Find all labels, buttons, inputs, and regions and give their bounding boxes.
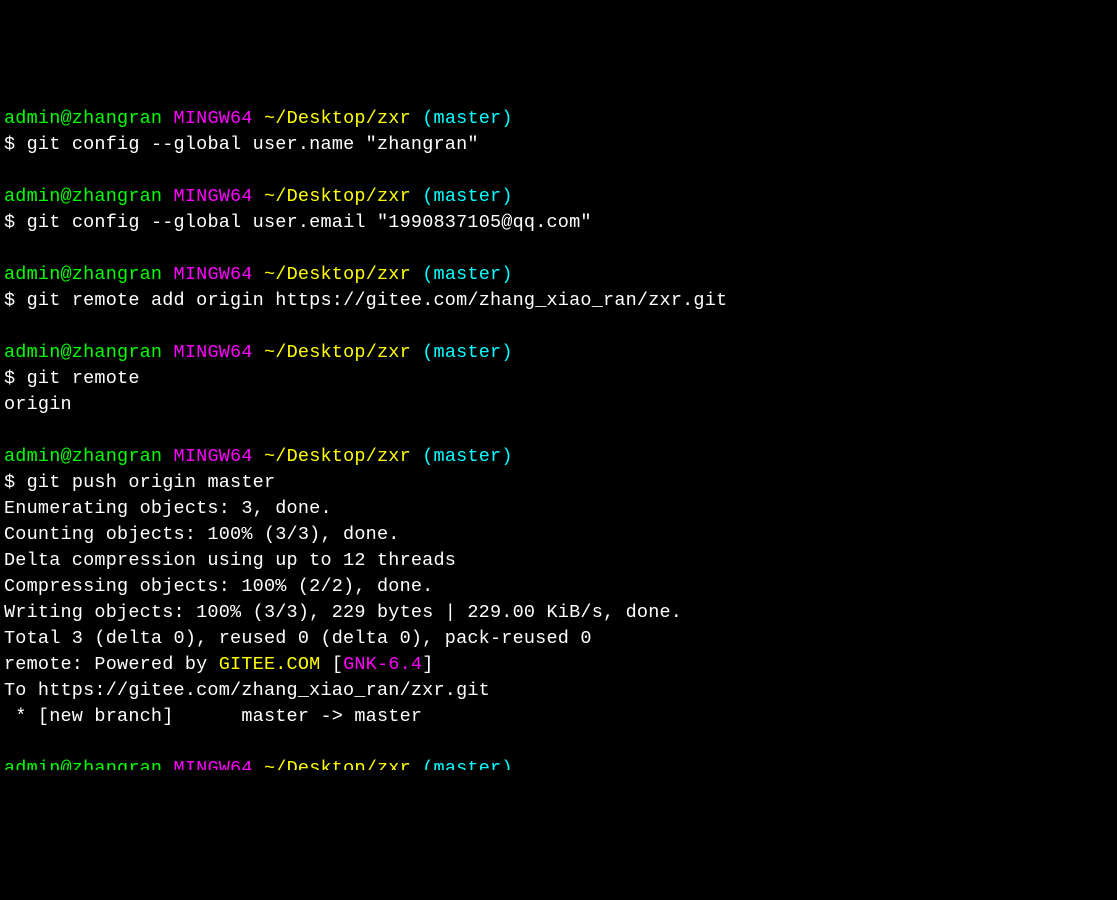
blank-line <box>4 236 1113 262</box>
prompt-dollar: $ <box>4 472 15 493</box>
gnk-label: GNK-6.4 <box>343 654 422 675</box>
branch-label: (master) <box>422 186 512 207</box>
prompt-line-cutoff: admin@zhangran MINGW64 ~/Desktop/zxr (ma… <box>4 756 1113 770</box>
remote-prefix: remote: Powered by <box>4 654 219 675</box>
command-text: git config --global user.email "19908371… <box>27 212 592 233</box>
mingw-label: MINGW64 <box>174 342 253 363</box>
output-line: origin <box>4 392 1113 418</box>
command-line: $ git config --global user.name "zhangra… <box>4 132 1113 158</box>
blank-line <box>4 158 1113 184</box>
cwd-path: ~/Desktop/zxr <box>264 264 411 285</box>
mingw-label: MINGW64 <box>174 446 253 467</box>
prompt-line: admin@zhangran MINGW64 ~/Desktop/zxr (ma… <box>4 340 1113 366</box>
output-line: * [new branch] master -> master <box>4 704 1113 730</box>
command-line: $ git remote <box>4 366 1113 392</box>
prompt-line: admin@zhangran MINGW64 ~/Desktop/zxr (ma… <box>4 184 1113 210</box>
bracket-open: [ <box>320 654 343 675</box>
output-line: Compressing objects: 100% (2/2), done. <box>4 574 1113 600</box>
user-host: admin@zhangran <box>4 186 162 207</box>
branch-label: (master) <box>422 446 512 467</box>
branch-label: (master) <box>422 108 512 129</box>
user-host: admin@zhangran <box>4 342 162 363</box>
prompt-dollar: $ <box>4 290 15 311</box>
prompt-line: admin@zhangran MINGW64 ~/Desktop/zxr (ma… <box>4 106 1113 132</box>
output-line: To https://gitee.com/zhang_xiao_ran/zxr.… <box>4 678 1113 704</box>
prompt-line: admin@zhangran MINGW64 ~/Desktop/zxr (ma… <box>4 444 1113 470</box>
prompt-line: admin@zhangran MINGW64 ~/Desktop/zxr (ma… <box>4 262 1113 288</box>
blank-line <box>4 314 1113 340</box>
user-host: admin@zhangran <box>4 108 162 129</box>
cwd-path: ~/Desktop/zxr <box>264 446 411 467</box>
command-line: $ git remote add origin https://gitee.co… <box>4 288 1113 314</box>
output-line: Total 3 (delta 0), reused 0 (delta 0), p… <box>4 626 1113 652</box>
bracket-close: ] <box>422 654 433 675</box>
blank-line <box>4 418 1113 444</box>
command-text: git push origin master <box>27 472 276 493</box>
prompt-dollar: $ <box>4 212 15 233</box>
branch-label: (master) <box>422 342 512 363</box>
output-line: Enumerating objects: 3, done. <box>4 496 1113 522</box>
output-line: Counting objects: 100% (3/3), done. <box>4 522 1113 548</box>
mingw-label: MINGW64 <box>174 264 253 285</box>
output-line: Delta compression using up to 12 threads <box>4 548 1113 574</box>
mingw-label: MINGW64 <box>174 108 253 129</box>
cwd-path: ~/Desktop/zxr <box>264 108 411 129</box>
output-line-remote: remote: Powered by GITEE.COM [GNK-6.4] <box>4 652 1113 678</box>
command-text: git remote <box>27 368 140 389</box>
terminal-output[interactable]: admin@zhangran MINGW64 ~/Desktop/zxr (ma… <box>4 106 1113 770</box>
branch-label: (master) <box>422 758 512 770</box>
prompt-dollar: $ <box>4 134 15 155</box>
prompt-dollar: $ <box>4 368 15 389</box>
user-host: admin@zhangran <box>4 758 162 770</box>
mingw-label: MINGW64 <box>174 186 253 207</box>
cwd-path: ~/Desktop/zxr <box>264 342 411 363</box>
branch-label: (master) <box>422 264 512 285</box>
user-host: admin@zhangran <box>4 264 162 285</box>
command-text: git remote add origin https://gitee.com/… <box>27 290 728 311</box>
gitee-label: GITEE.COM <box>219 654 321 675</box>
command-line: $ git config --global user.email "199083… <box>4 210 1113 236</box>
command-line: $ git push origin master <box>4 470 1113 496</box>
output-line: Writing objects: 100% (3/3), 229 bytes |… <box>4 600 1113 626</box>
blank-line <box>4 730 1113 756</box>
cwd-path: ~/Desktop/zxr <box>264 186 411 207</box>
command-text: git config --global user.name "zhangran" <box>27 134 479 155</box>
user-host: admin@zhangran <box>4 446 162 467</box>
cwd-path: ~/Desktop/zxr <box>264 758 411 770</box>
mingw-label: MINGW64 <box>174 758 253 770</box>
